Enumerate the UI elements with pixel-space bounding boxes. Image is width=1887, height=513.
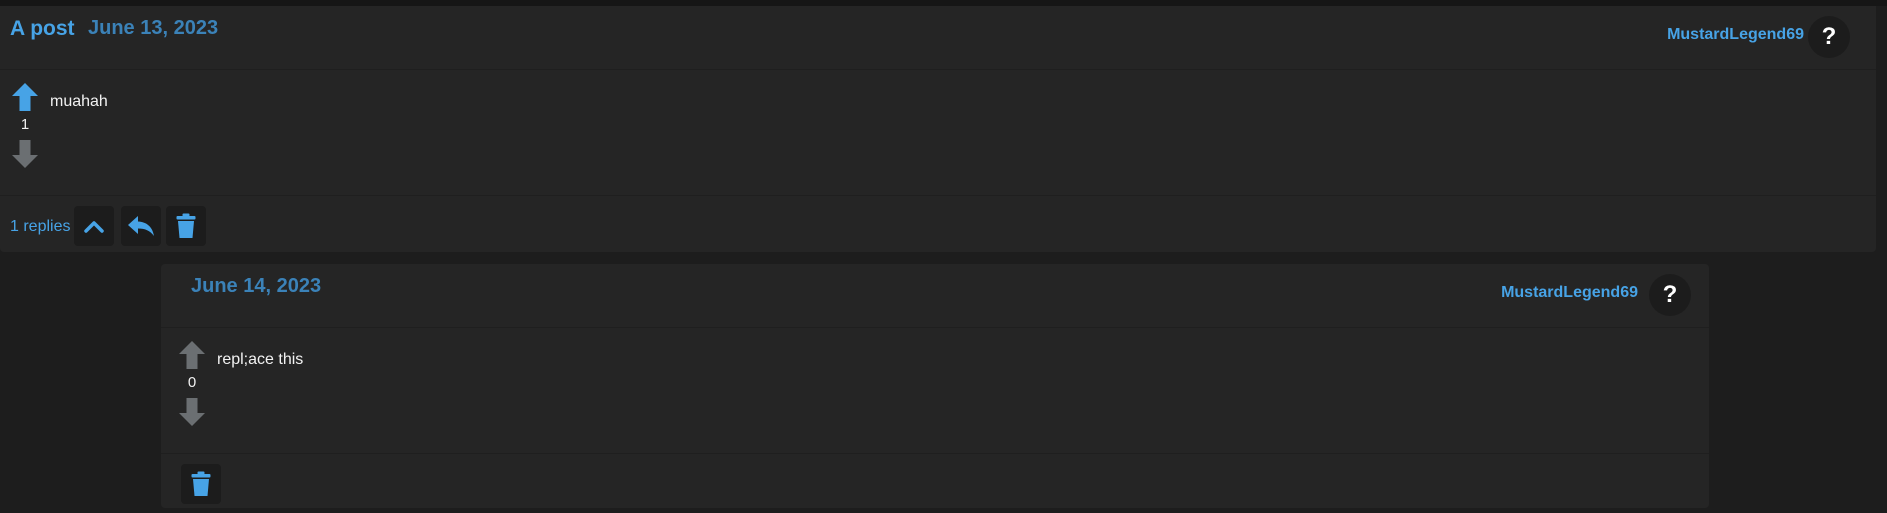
delete-reply-button[interactable] xyxy=(181,464,221,504)
reply-vote-column: 0 xyxy=(176,340,208,427)
reply-content: repl;ace this xyxy=(217,351,304,368)
upvote-arrow-icon[interactable] xyxy=(11,82,39,112)
reply-author-avatar-button[interactable]: ? xyxy=(1649,274,1691,316)
reply-score: 0 xyxy=(187,374,197,391)
post-content: muahah xyxy=(50,93,108,110)
question-icon: ? xyxy=(1821,23,1837,50)
post-score: 1 xyxy=(20,116,30,133)
chevron-up-icon xyxy=(84,221,104,233)
trash-icon xyxy=(191,471,211,496)
post-author-link[interactable]: MustardLegend69 xyxy=(1667,26,1804,44)
upvote-arrow-icon[interactable] xyxy=(178,340,206,370)
reply-card: June 14, 2023 MustardLegend69 ? 0 repl;a… xyxy=(161,264,1709,508)
post-header: A post June 13, 2023 MustardLegend69 ? xyxy=(0,6,1876,70)
downvote-arrow-icon[interactable] xyxy=(11,139,39,169)
post-date: June 13, 2023 xyxy=(88,17,219,39)
delete-post-button[interactable] xyxy=(166,206,206,246)
reply-date: June 14, 2023 xyxy=(191,275,322,297)
reply-footer xyxy=(161,454,1709,508)
downvote-arrow-icon[interactable] xyxy=(178,397,206,427)
collapse-replies-button[interactable] xyxy=(74,206,114,246)
reply-header: June 14, 2023 MustardLegend69 ? xyxy=(161,264,1709,328)
replies-count-link[interactable]: 1 replies xyxy=(10,218,70,236)
reply-body: 0 repl;ace this xyxy=(161,327,1709,454)
post-author-avatar-button[interactable]: ? xyxy=(1808,16,1850,58)
post-body: 1 muahah xyxy=(0,69,1876,196)
post-card: A post June 13, 2023 MustardLegend69 ? 1… xyxy=(0,6,1876,252)
question-icon: ? xyxy=(1662,281,1678,308)
post-title: A post xyxy=(10,17,75,40)
reply-author-link[interactable]: MustardLegend69 xyxy=(1501,284,1638,302)
trash-icon xyxy=(176,213,196,238)
reply-button[interactable] xyxy=(121,206,161,246)
reply-icon xyxy=(128,216,154,236)
post-vote-column: 1 xyxy=(9,82,41,169)
post-footer: 1 replies xyxy=(0,196,1876,252)
